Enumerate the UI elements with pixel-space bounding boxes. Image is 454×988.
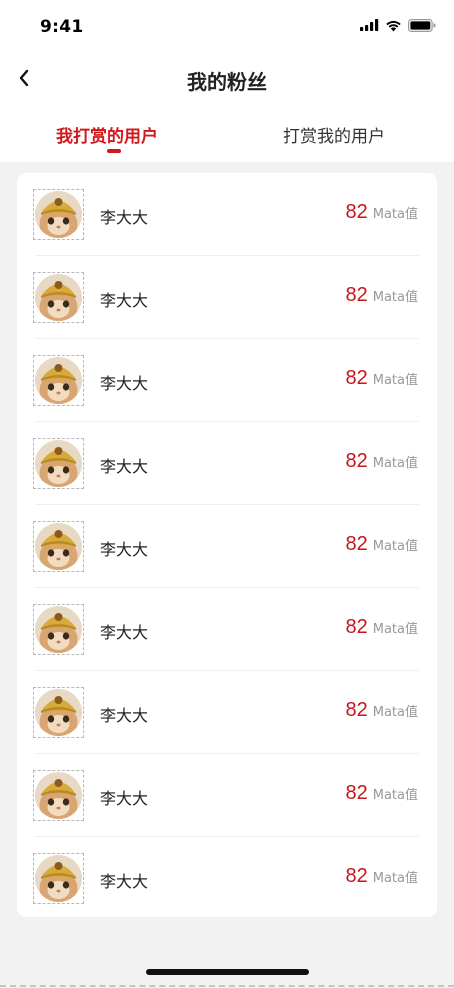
tab-rewarded-me[interactable]: 打赏我的用户 [283, 122, 385, 147]
avatar[interactable] [35, 523, 82, 570]
points-value: 82 [345, 533, 368, 555]
fan-list-item[interactable]: 李大大 82 Mata值 [17, 754, 437, 837]
status-icons [360, 18, 436, 32]
fan-name: 李大大 [100, 872, 149, 891]
points-unit: Mata值 [372, 207, 418, 222]
wifi-icon [386, 20, 401, 31]
battery-icon [408, 18, 436, 32]
tab-bar: 我打赏的用户 打赏我的用户 [0, 112, 454, 158]
points-value: 82 [345, 616, 368, 638]
screen: 9:41 我的粉丝 我打赏的用户 打赏我的用户 李大大 82 Mata值 李大大… [0, 0, 454, 988]
fan-list-item[interactable]: 李大大 82 Mata值 [17, 256, 437, 339]
fan-points: 82 Mata值 [346, 699, 419, 722]
fans-list: 李大大 82 Mata值 李大大 82 Mata值 李大大 82 Mata值 李… [17, 173, 437, 917]
page-title: 我的粉丝 [187, 70, 267, 94]
fan-list-item[interactable]: 李大大 82 Mata值 [17, 422, 437, 505]
points-value: 82 [345, 367, 368, 389]
points-value: 82 [345, 782, 368, 804]
cat-avatar-image [35, 357, 82, 404]
avatar[interactable] [35, 440, 82, 487]
points-value: 82 [345, 201, 368, 223]
fan-name: 李大大 [100, 623, 149, 642]
points-unit: Mata值 [372, 539, 418, 554]
cat-avatar-image [35, 606, 82, 653]
cat-avatar-image [35, 772, 82, 819]
points-unit: Mata值 [372, 871, 418, 886]
cat-avatar-image [35, 274, 82, 321]
fan-points: 82 Mata值 [346, 367, 419, 390]
tab-active-indicator [107, 149, 121, 153]
nav-bar: 我的粉丝 [0, 56, 454, 102]
avatar[interactable] [35, 689, 82, 736]
fan-points: 82 Mata值 [346, 533, 419, 556]
tab-rewarded-by-me[interactable]: 我打赏的用户 [56, 122, 158, 147]
points-unit: Mata值 [372, 373, 418, 388]
fan-name: 李大大 [100, 789, 149, 808]
status-time: 9:41 [40, 17, 84, 37]
cat-avatar-image [35, 689, 82, 736]
points-unit: Mata值 [372, 705, 418, 720]
fan-list-item[interactable]: 李大大 82 Mata值 [17, 505, 437, 588]
cat-avatar-image [35, 440, 82, 487]
points-unit: Mata值 [372, 622, 418, 637]
fan-points: 82 Mata值 [346, 616, 419, 639]
avatar[interactable] [35, 772, 82, 819]
points-value: 82 [345, 699, 368, 721]
points-unit: Mata值 [372, 290, 418, 305]
points-value: 82 [345, 284, 368, 306]
fan-name: 李大大 [100, 540, 149, 559]
fan-list-item[interactable]: 李大大 82 Mata值 [17, 671, 437, 754]
home-indicator [146, 969, 309, 975]
points-unit: Mata值 [372, 456, 418, 471]
fan-points: 82 Mata值 [346, 284, 419, 307]
fan-name: 李大大 [100, 374, 149, 393]
fan-list-item[interactable]: 李大大 82 Mata值 [17, 339, 437, 422]
bottom-edge [0, 985, 454, 987]
avatar[interactable] [35, 606, 82, 653]
avatar[interactable] [35, 191, 82, 238]
status-bar: 9:41 [0, 0, 454, 52]
points-value: 82 [345, 450, 368, 472]
fan-points: 82 Mata值 [346, 782, 419, 805]
fan-list-item[interactable]: 李大大 82 Mata值 [17, 837, 437, 920]
fan-name: 李大大 [100, 291, 149, 310]
fan-list-item[interactable]: 李大大 82 Mata值 [17, 173, 437, 256]
avatar[interactable] [35, 357, 82, 404]
fan-points: 82 Mata值 [346, 201, 419, 224]
avatar[interactable] [35, 274, 82, 321]
points-unit: Mata值 [372, 788, 418, 803]
signal-icon [360, 19, 379, 31]
fan-points: 82 Mata值 [346, 450, 419, 473]
fan-list-item[interactable]: 李大大 82 Mata值 [17, 588, 437, 671]
fan-name: 李大大 [100, 706, 149, 725]
points-value: 82 [345, 865, 368, 887]
avatar[interactable] [35, 855, 82, 902]
fan-name: 李大大 [100, 457, 149, 476]
fan-points: 82 Mata值 [346, 865, 419, 888]
cat-avatar-image [35, 191, 82, 238]
cat-avatar-image [35, 855, 82, 902]
fan-name: 李大大 [100, 208, 149, 227]
cat-avatar-image [35, 523, 82, 570]
